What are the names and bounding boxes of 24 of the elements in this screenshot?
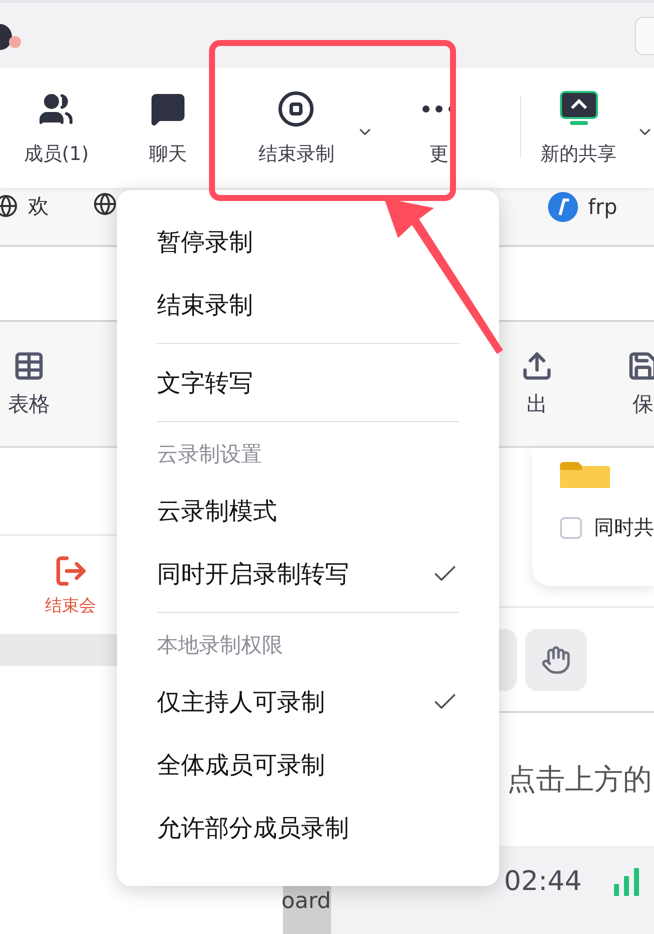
menu-section-title: 云录制设置: [157, 441, 263, 468]
menu-item[interactable]: 文字转写: [157, 351, 459, 414]
editor-tool[interactable]: 保: [627, 350, 654, 418]
toolbar-button[interactable]: 成员(1): [0, 68, 113, 188]
menu-section-title: 本地录制权限: [157, 632, 284, 659]
menu-item[interactable]: 允许部分成员录制: [157, 796, 459, 859]
toolbar-button[interactable]: 新的共享: [521, 68, 636, 188]
menu-item[interactable]: 仅主持人可录制: [157, 670, 459, 733]
menu-item[interactable]: 云录制模式: [157, 479, 459, 542]
menu-item[interactable]: 全体成员可录制: [157, 733, 459, 796]
toolbar-button[interactable]: 更: [388, 68, 490, 188]
toolbar-button[interactable]: 结束录制: [237, 68, 356, 188]
end-meeting-button[interactable]: 结束会: [45, 554, 96, 616]
menu-item[interactable]: 同时开启录制转写: [157, 542, 459, 605]
menu-item[interactable]: 暂停录制: [157, 210, 459, 273]
editor-tool[interactable]: 出: [521, 350, 553, 418]
meeting-time: 02:44: [504, 866, 582, 897]
bookmark-label[interactable]: 欢: [28, 192, 49, 220]
bookmark-label[interactable]: frp: [588, 195, 618, 219]
menu-item[interactable]: 结束录制: [157, 273, 459, 336]
share-checkbox[interactable]: 同时共: [560, 514, 654, 541]
editor-tool[interactable]: 表格: [8, 350, 50, 418]
toolbar-button[interactable]: 聊天: [112, 68, 224, 188]
hint-text: 点击上方的: [507, 760, 652, 798]
